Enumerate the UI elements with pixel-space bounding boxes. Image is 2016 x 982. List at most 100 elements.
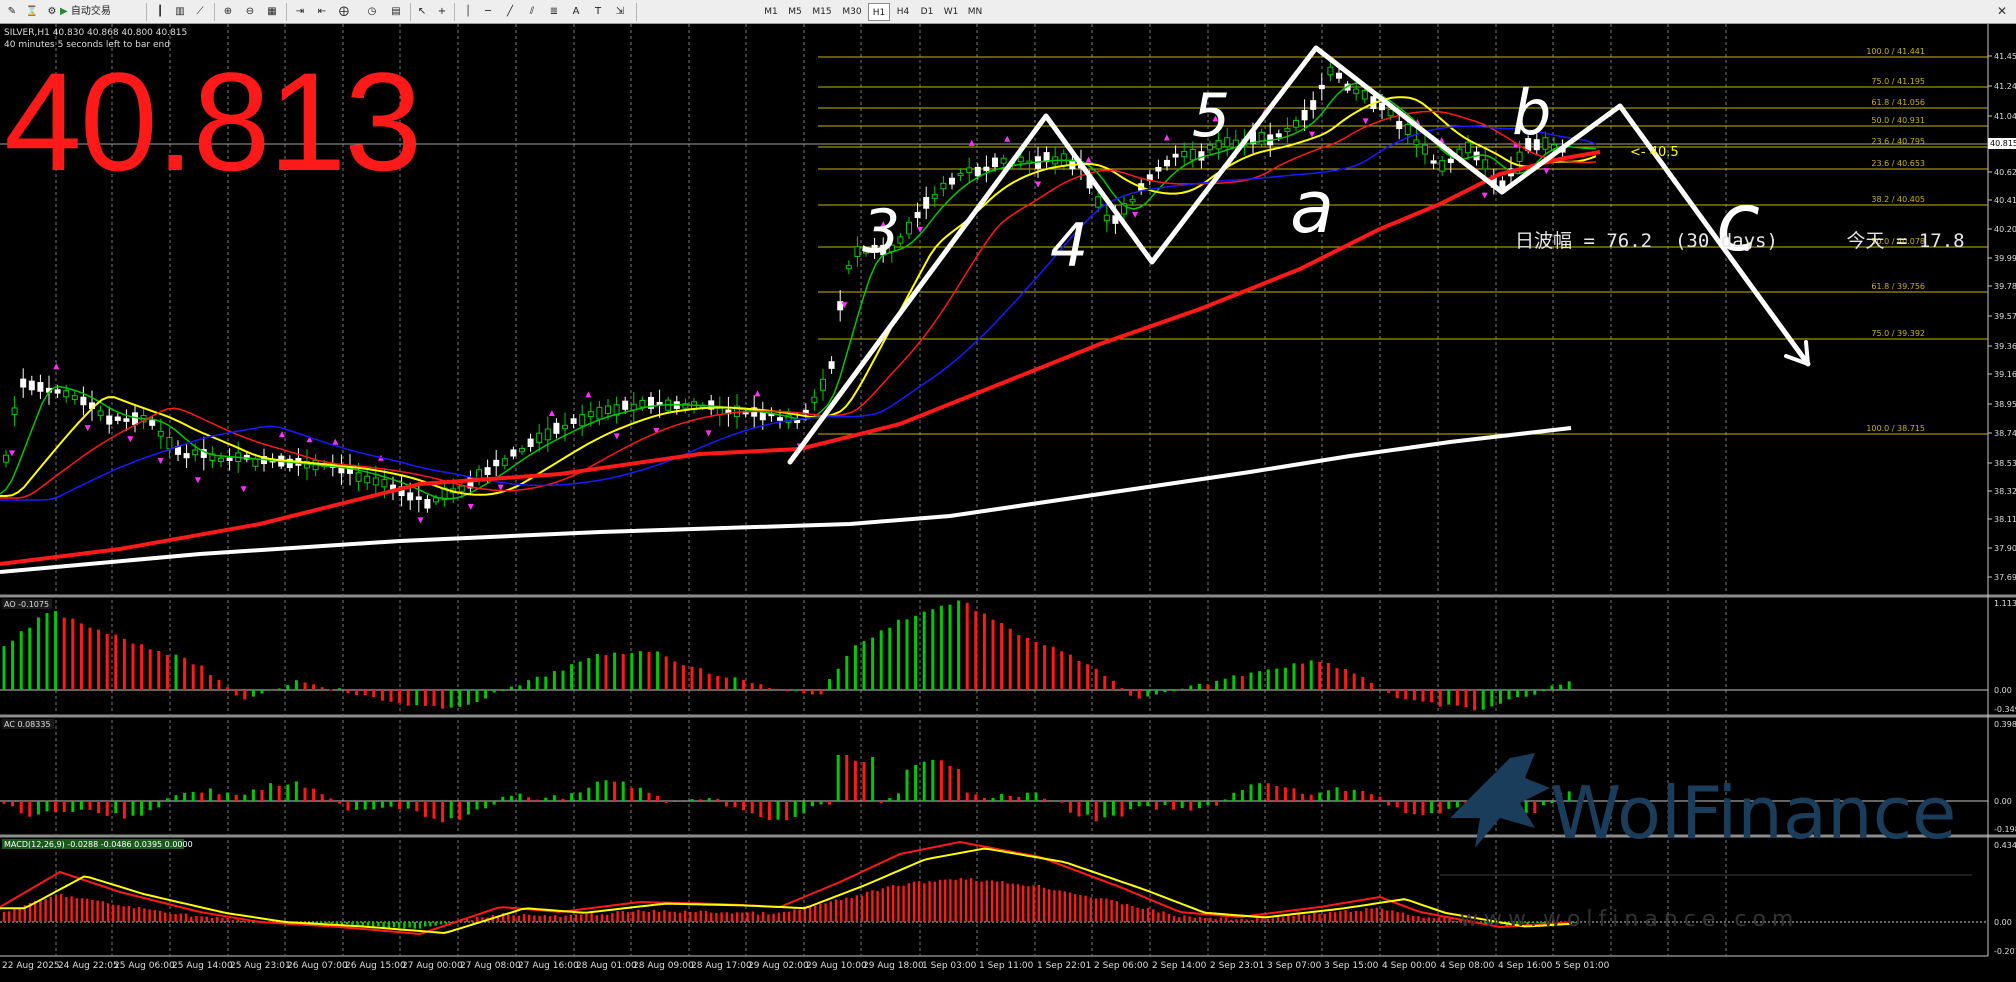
- macd-bar: [1365, 908, 1368, 922]
- macd-bar: [725, 912, 728, 922]
- wave-annotation-line[interactable]: [787, 45, 1811, 465]
- candle: [157, 430, 164, 437]
- macd-bar: [1172, 916, 1176, 922]
- macd-bar: [689, 912, 692, 922]
- ao-bar: [742, 679, 746, 690]
- ao-bar: [1533, 690, 1537, 695]
- timeframe-m15[interactable]: M15: [808, 3, 836, 21]
- macd-bar: [80, 898, 84, 922]
- timeframe-m30[interactable]: M30: [838, 3, 866, 21]
- ac-indicator-label: AC 0.08335: [4, 720, 51, 729]
- cursor-icon[interactable]: ↖: [412, 2, 432, 22]
- macd-bar: [845, 897, 848, 922]
- macd-bar: [1297, 913, 1300, 922]
- close-chart-icon[interactable]: ✕: [1994, 3, 2010, 19]
- ac-bar: [1180, 801, 1184, 809]
- history-icon[interactable]: ⌛: [22, 2, 42, 22]
- macd-bar: [1370, 908, 1373, 922]
- chart-shift-icon[interactable]: ⇤: [312, 2, 332, 22]
- ac-bar: [1335, 787, 1339, 801]
- candle: [1310, 100, 1317, 110]
- macd-bar: [112, 904, 115, 922]
- bar-chart-icon[interactable]: ┃: [150, 2, 170, 22]
- candle: [1413, 139, 1420, 146]
- macd-bar: [673, 911, 676, 922]
- timeframe-m1[interactable]: M1: [760, 3, 782, 21]
- macd-bar: [975, 880, 978, 922]
- timeframe-d1[interactable]: D1: [916, 3, 938, 21]
- tile-windows-icon[interactable]: ▦: [262, 2, 282, 22]
- timeframe-mn[interactable]: MN: [964, 3, 986, 21]
- auto-trading-button[interactable]: ▶ 自动交易: [60, 2, 142, 22]
- label-tool-icon[interactable]: T: [588, 2, 608, 22]
- macd-bar: [1349, 911, 1352, 922]
- timeframe-w1[interactable]: W1: [940, 3, 962, 21]
- autoscroll-icon[interactable]: ⇥: [290, 2, 310, 22]
- candle: [407, 492, 414, 501]
- ao-bar: [217, 680, 221, 690]
- zoom-out-icon[interactable]: ⊖: [240, 2, 260, 22]
- macd-bar: [184, 913, 188, 922]
- time-axis-label: 4 Sep 00:00: [1382, 961, 1437, 971]
- macd-bar: [569, 914, 572, 922]
- macd-bar: [621, 911, 624, 922]
- price-axis-label: 39.575: [1994, 312, 2016, 321]
- macd-bar: [179, 913, 182, 922]
- big-price-display: 40.813: [4, 43, 422, 200]
- candlestick-icon[interactable]: ▥: [170, 2, 190, 22]
- timeframe-h1[interactable]: H1: [868, 3, 890, 21]
- ac-bar: [234, 794, 238, 801]
- ac-bar: [982, 797, 986, 801]
- macd-bar: [169, 913, 172, 922]
- timeframe-m5[interactable]: M5: [784, 3, 806, 21]
- ao-bar: [97, 629, 101, 690]
- macd-bar: [1016, 884, 1020, 922]
- ac-bar: [1283, 787, 1287, 801]
- ac-bar: [441, 801, 445, 823]
- ao-bar: [871, 637, 875, 690]
- macd-bar: [564, 915, 567, 922]
- ao-bar: [294, 680, 298, 690]
- price-axis-label: 39.365: [1994, 342, 2016, 351]
- macd-bar: [1412, 915, 1415, 922]
- macd-bar: [1256, 918, 1259, 922]
- macd-bar: [923, 883, 926, 922]
- text-tool-icon[interactable]: A: [566, 2, 586, 22]
- vertical-line-icon[interactable]: │: [458, 2, 478, 22]
- price-arrow-label: <- 40.5: [1630, 145, 1679, 160]
- fibonacci-icon[interactable]: ≣: [544, 2, 564, 22]
- macd-bar: [418, 922, 422, 929]
- channel-icon[interactable]: ⫽: [522, 2, 542, 22]
- zoom-in-icon[interactable]: ⊕: [218, 2, 238, 22]
- time-axis-label: 27 Aug 00:00: [402, 961, 463, 971]
- trendline-icon[interactable]: ╱: [500, 2, 520, 22]
- expert-icon[interactable]: ⚙: [42, 2, 62, 22]
- periods-icon[interactable]: ◷: [362, 2, 382, 22]
- candle: [1516, 151, 1523, 162]
- crosshair-icon[interactable]: +: [432, 2, 452, 22]
- macd-bar: [2, 911, 6, 922]
- line-chart-icon[interactable]: ⟋: [190, 2, 210, 22]
- new-order-icon[interactable]: ✎: [2, 2, 22, 22]
- arrows-tool-icon[interactable]: ⇲: [610, 2, 630, 22]
- macd-bar: [798, 909, 801, 922]
- fractal-marker: [613, 433, 620, 440]
- candle: [175, 446, 181, 455]
- ac-bar: [871, 756, 875, 801]
- ao-bar: [922, 611, 926, 690]
- ac-bar: [896, 793, 900, 801]
- time-axis-label: 5 Sep 01:00: [1555, 961, 1610, 971]
- candle: [1404, 123, 1411, 135]
- ao-bar: [1326, 663, 1330, 690]
- indicators-icon[interactable]: ⨁: [334, 2, 354, 22]
- macd-bar: [871, 890, 874, 922]
- templates-icon[interactable]: ▤: [386, 2, 406, 22]
- ac-bar: [888, 798, 892, 801]
- ao-bar: [458, 690, 462, 707]
- ac-bar: [914, 764, 918, 801]
- timeframe-h4[interactable]: H4: [892, 3, 914, 21]
- ao-bar: [1223, 678, 1227, 690]
- macd-bar: [242, 920, 245, 922]
- horizontal-line-icon[interactable]: ─: [478, 2, 498, 22]
- ao-bar: [656, 651, 660, 690]
